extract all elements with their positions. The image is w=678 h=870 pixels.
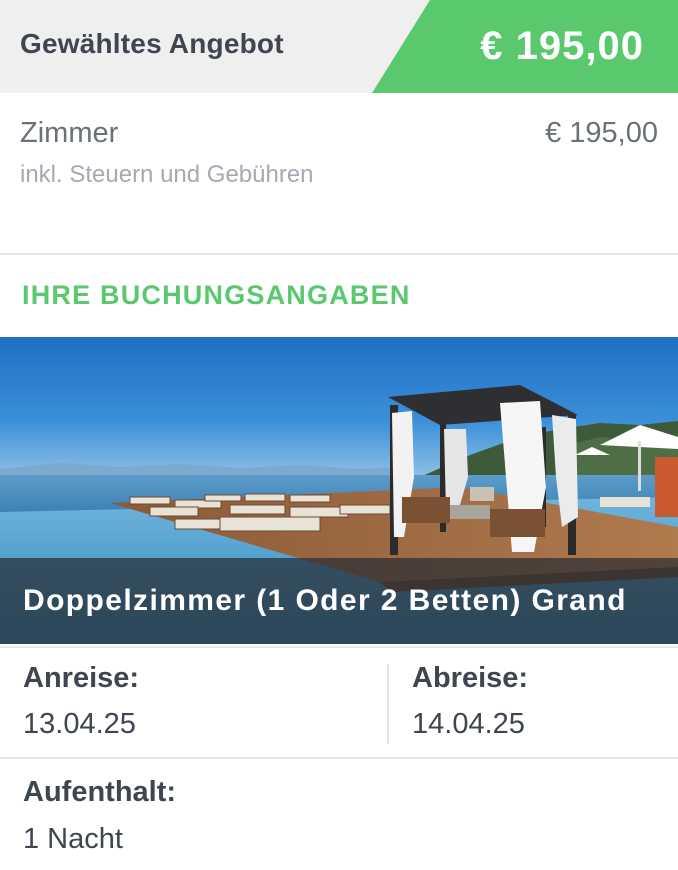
arrival-label: Anreise: [23,662,140,694]
stay-dates: Anreise: 13.04.25 Abreise: 14.04.25 [0,646,678,759]
room-name: Doppelzimmer (1 Oder 2 Betten) Grand [23,584,627,617]
room-price: € 195,00 [545,117,658,149]
stay-length: 1 Nacht [23,823,123,855]
total-price: € 195,00 [480,24,644,68]
selected-offer-title: Gewähltes Angebot [20,28,284,59]
total-price-badge: € 195,00 [372,0,678,93]
departure-label: Abreise: [412,662,529,694]
booking-details-heading: IHRE BUCHUNGSANGABEN [22,280,411,310]
selected-offer-header: Gewähltes Angebot € 195,00 [0,0,678,93]
room-photo: Doppelzimmer (1 Oder 2 Betten) Grand [0,337,678,644]
dates-divider [387,664,389,744]
tax-note: inkl. Steuern und Gebühren [20,161,314,188]
room-label: Zimmer [20,117,119,149]
departure-date: 14.04.25 [412,708,525,740]
room-price-section: Zimmer € 195,00 inkl. Steuern und Gebühr… [0,93,678,255]
stay-label: Aufenthalt: [23,776,177,808]
arrival-date: 13.04.25 [23,708,136,740]
